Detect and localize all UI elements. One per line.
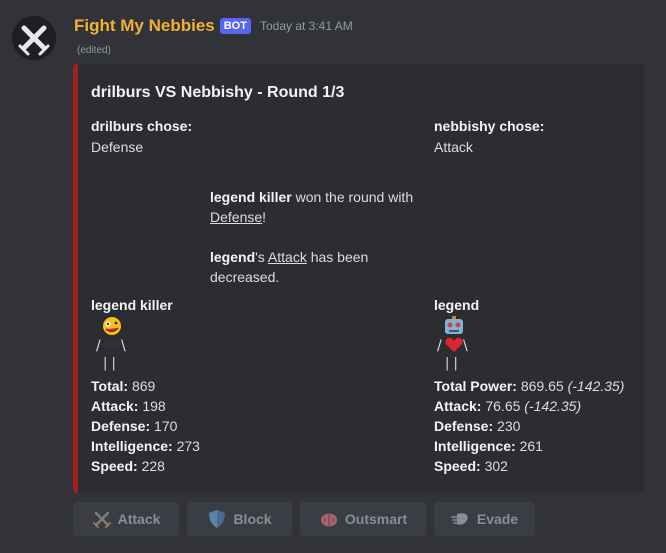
stat-label: Speed: [434,458,481,474]
stat-value: 261 [519,438,543,454]
crossed-swords-icon [92,511,111,528]
stat-value: 230 [497,418,521,434]
right-fighter-figure: / \ | | [436,316,468,371]
embed-title: drilburs VS Nebbishy - Round 1/3 [91,84,345,101]
bot-avatar[interactable] [12,16,56,60]
stat-label: Attack: [91,398,139,414]
left-fighter-stats: Total: 869 Attack: 198 Defense: 170 Inte… [91,376,200,476]
outsmart-button[interactable]: Outsmart [300,502,426,536]
message-timestamp[interactable]: Today at 3:41 AM [260,19,353,33]
round-result-text: legend killer won the round with Defense… [210,187,413,227]
author-name[interactable]: Fight My Nebbies [74,16,215,36]
stat-row: Intelligence: 261 [434,436,624,456]
stat-row: Attack: 76.65 (-142.35) [434,396,624,416]
attack-button[interactable]: Attack [73,502,179,536]
evade-button[interactable]: Evade [434,502,535,536]
loser-possessive: 's [255,249,268,265]
winner-name: legend killer [210,189,292,205]
stat-row: Attack: 198 [91,396,200,416]
lost-text-2: decreased. [210,269,280,285]
stat-value: 228 [141,458,165,474]
decrease-text: legend's Attack has been decreased. [210,247,368,287]
stat-value: 170 [154,418,178,434]
stat-row: Defense: 230 [434,416,624,436]
edited-label: (edited) [77,45,111,56]
block-button[interactable]: Block [187,502,292,536]
zany-face-icon: / \ | | [96,317,126,371]
right-fighter-name: legend [434,297,480,313]
stat-value: 273 [176,438,200,454]
won-text: won the round with [291,189,414,205]
left-choice-value: Defense [91,139,144,155]
attack-button-label: Attack [117,511,161,527]
dash-icon [451,513,468,525]
svg-text:/: / [96,338,101,354]
battle-embed: drilburs VS Nebbishy - Round 1/3 drilbur… [73,64,644,493]
stat-label: Speed: [91,458,138,474]
stat-label: Intelligence: [91,438,173,454]
left-choice-label: drilburs chose: [91,118,193,134]
message-header: Fight My Nebbies BOT Today at 3:41 AM [74,15,353,37]
stat-delta: (-142.35) [524,398,582,414]
right-choice-value: Attack [434,139,473,155]
outsmart-button-label: Outsmart [344,511,408,527]
crossed-swords-avatar-icon [12,16,56,60]
lost-stat-link[interactable]: Attack [268,249,307,265]
stat-value: 76.65 [485,398,521,414]
robot-face-icon: / \ | | [437,316,468,371]
stat-value: 869 [131,378,156,394]
loser-name: legend [210,249,256,265]
stat-value: 869.65 [520,378,564,394]
stat-row: Defense: 170 [91,416,200,436]
svg-text:\: \ [463,338,468,354]
stat-row: Total Power: 869.65 (-142.35) [434,376,624,396]
stat-label: Attack: [434,398,482,414]
red-heart-icon [445,337,463,352]
stat-row: Intelligence: 273 [91,436,200,456]
stat-label: Defense: [91,418,151,434]
shield-icon [209,510,226,528]
stat-value: 302 [484,458,508,474]
brain-icon [320,513,337,527]
svg-text:| |: | | [103,356,116,371]
svg-text:/: / [437,338,442,354]
svg-text:\: \ [121,338,126,354]
stat-label: Intelligence: [434,438,516,454]
stat-row: Speed: 302 [434,456,624,476]
won-end: ! [262,209,267,225]
bot-tag: BOT [219,18,251,34]
stat-row: Total: 869 [91,376,200,396]
stick-body-icon: / \ | | [96,338,126,371]
stat-label: Total: [91,378,129,394]
block-button-label: Block [233,511,272,527]
stat-label: Total Power: [434,378,517,394]
right-choice-label: nebbishy chose: [434,118,545,134]
stat-row: Speed: 228 [91,456,200,476]
lost-text: has been [306,249,369,265]
evade-button-label: Evade [476,511,519,527]
stat-delta: (-142.35) [567,378,625,394]
left-fighter-name: legend killer [91,297,173,313]
left-fighter-figure: / \ | | [94,316,126,371]
right-fighter-stats: Total Power: 869.65 (-142.35) Attack: 76… [434,376,624,476]
action-buttons: Attack Block Outsmart Evade [73,502,535,536]
stat-label: Defense: [434,418,494,434]
svg-text:| |: | | [445,356,458,371]
won-stat-link[interactable]: Defense [210,209,262,225]
stat-value: 198 [142,398,166,414]
